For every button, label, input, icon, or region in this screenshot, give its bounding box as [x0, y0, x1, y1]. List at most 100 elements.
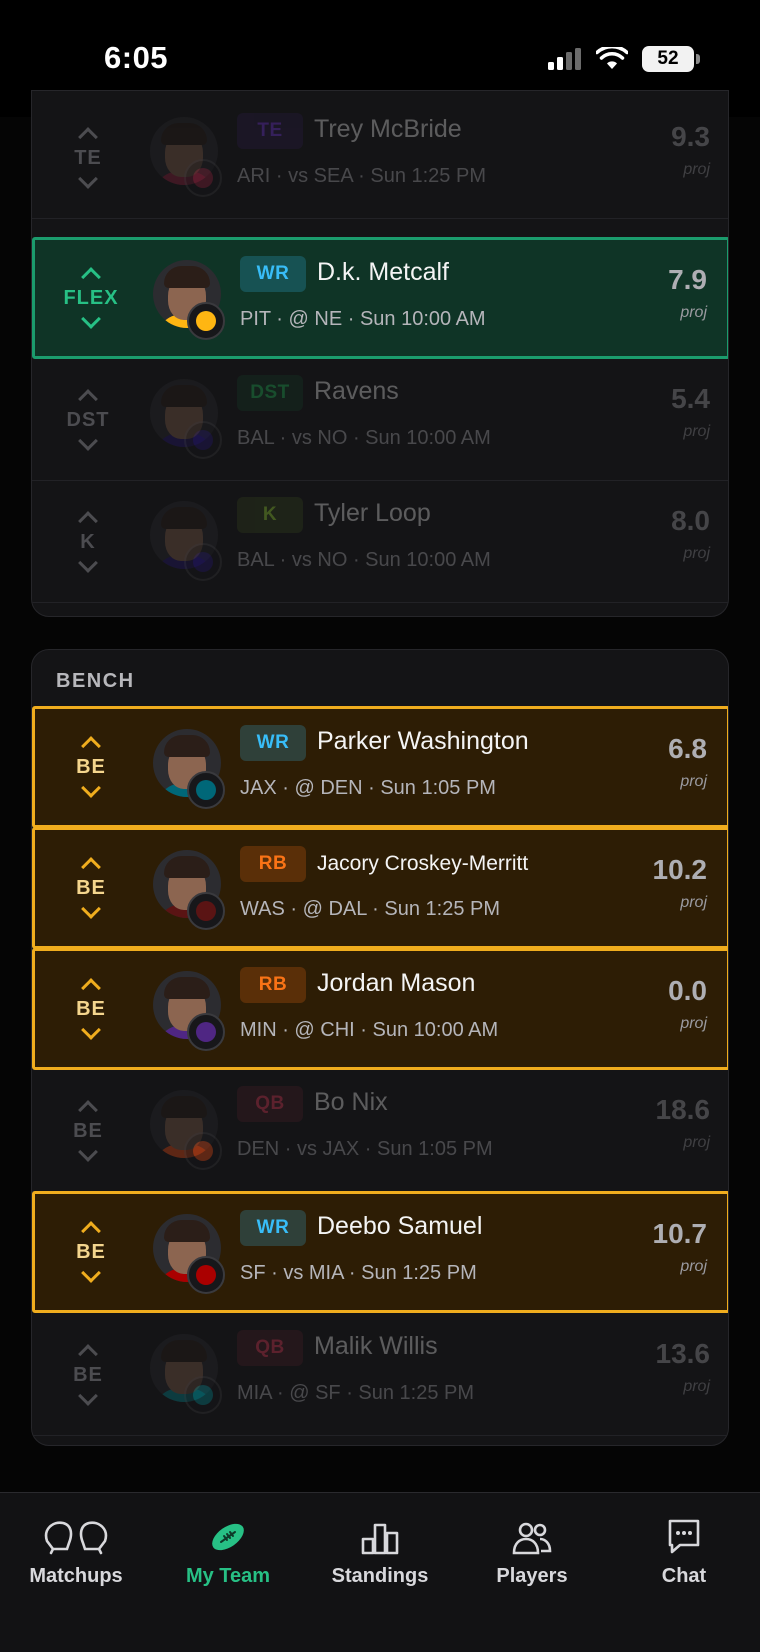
- chevron-down-icon[interactable]: [81, 1263, 101, 1283]
- player-row[interactable]: DST DST Ravens BAL · vs NO · Sun 10:00 AM 5.…: [32, 359, 728, 481]
- player-name[interactable]: Tyler Loop: [314, 499, 431, 528]
- chevron-up-icon[interactable]: [81, 1221, 101, 1241]
- chevron-down-icon[interactable]: [81, 899, 101, 919]
- player-row[interactable]: BE WR Parker Washington JAX · @ DEN · Sun 1…: [32, 706, 728, 828]
- slot-control[interactable]: K: [52, 481, 124, 602]
- projected-label: proj: [683, 545, 710, 562]
- nav-my-team[interactable]: My Team: [152, 1493, 304, 1623]
- player-name[interactable]: Parker Washington: [317, 727, 529, 756]
- player-name[interactable]: Ravens: [314, 377, 399, 406]
- slot-label: BE: [73, 1119, 103, 1142]
- chat-icon: [666, 1515, 702, 1555]
- player-row[interactable]: TE TE Trey McBride ARI · vs SEA · Sun 1:25 …: [32, 97, 728, 219]
- avatar-hair: [164, 735, 210, 757]
- game-info: MIN · @ CHI · Sun 10:00 AM: [240, 1019, 499, 1041]
- slot-control[interactable]: FLEX: [55, 240, 127, 356]
- team-logo-icon: [184, 421, 222, 459]
- slot-label: DST: [66, 408, 110, 431]
- position-badge: WR: [240, 1210, 306, 1246]
- player-row[interactable]: BE QB Malik Willis MIA · @ SF · Sun 1:25 PM…: [32, 1314, 728, 1436]
- game-info: MIA · @ SF · Sun 1:25 PM: [237, 1382, 475, 1404]
- nav-label: My Team: [185, 1565, 271, 1587]
- player-name[interactable]: Trey McBride: [314, 115, 462, 144]
- chevron-down-icon[interactable]: [81, 1020, 101, 1040]
- player-row[interactable]: K K Tyler Loop BAL · vs NO · Sun 10:00 AM 8.…: [32, 481, 728, 603]
- avatar-hair: [164, 1220, 210, 1242]
- projected-points: 8.0: [671, 505, 710, 536]
- avatar-hair: [164, 856, 210, 878]
- chevron-down-icon[interactable]: [81, 309, 101, 329]
- team-logo-icon: [187, 771, 225, 809]
- nav-players[interactable]: Players: [456, 1493, 608, 1623]
- avatar-hair: [161, 1340, 207, 1362]
- projected-points: 9.3: [671, 121, 710, 152]
- chevron-up-icon[interactable]: [78, 126, 98, 147]
- position-badge: WR: [240, 725, 306, 761]
- chevron-down-icon[interactable]: [78, 1385, 98, 1406]
- slot-control[interactable]: TE: [52, 97, 124, 218]
- bench-card: BENCH BE WR Parker Washington JAX · @ DEN ·…: [31, 649, 729, 1446]
- slot-control[interactable]: DST: [52, 359, 124, 480]
- chevron-up-icon[interactable]: [81, 857, 101, 877]
- projected-label: proj: [683, 423, 710, 440]
- chevron-down-icon[interactable]: [81, 778, 101, 798]
- player-name[interactable]: Jordan Mason: [317, 969, 475, 998]
- player-name[interactable]: D.k. Metcalf: [317, 258, 449, 287]
- slot-label: BE: [76, 756, 106, 778]
- projected-points: 5.4: [671, 383, 710, 414]
- avatar-hair: [161, 1096, 207, 1118]
- chevron-up-icon[interactable]: [78, 510, 98, 531]
- player-name[interactable]: Bo Nix: [314, 1088, 388, 1117]
- nav-chat[interactable]: Chat: [608, 1493, 760, 1623]
- chevron-down-icon[interactable]: [78, 1141, 98, 1162]
- projected-label: proj: [680, 1015, 707, 1032]
- chevron-down-icon[interactable]: [78, 552, 98, 573]
- chevron-up-icon[interactable]: [78, 388, 98, 409]
- team-logo-icon: [184, 1376, 222, 1414]
- status-time: 6:05: [104, 40, 169, 75]
- slot-control[interactable]: BE: [55, 709, 127, 825]
- player-row[interactable]: BE QB Bo Nix DEN · vs JAX · Sun 1:05 PM 18.6…: [32, 1070, 728, 1192]
- position-badge: WR: [240, 256, 306, 292]
- team-logo-icon: [184, 159, 222, 197]
- chevron-down-icon[interactable]: [78, 430, 98, 451]
- projected-points: 0.0: [668, 975, 707, 1006]
- nav-standings[interactable]: Standings: [304, 1493, 456, 1623]
- position-badge: K: [237, 497, 303, 533]
- chevron-up-icon[interactable]: [78, 1343, 98, 1364]
- player-row[interactable]: BE RB Jordan Mason MIN · @ CHI · Sun 10:00 …: [32, 948, 728, 1070]
- team-logo-mark: [193, 1141, 213, 1161]
- player-row[interactable]: BE WR Deebo Samuel SF · vs MIA · Sun 1:25 P…: [32, 1191, 728, 1313]
- team-logo-icon: [187, 892, 225, 930]
- chevron-up-icon[interactable]: [81, 267, 101, 287]
- player-row[interactable]: FLEX WR D.k. Metcalf PIT · @ NE · Sun 10:00…: [32, 237, 728, 359]
- game-info: WAS · @ DAL · Sun 1:25 PM: [240, 898, 501, 920]
- chevron-up-icon[interactable]: [78, 1099, 98, 1120]
- team-logo-icon: [184, 1132, 222, 1170]
- slot-control[interactable]: BE: [52, 1314, 124, 1435]
- slot-control[interactable]: BE: [55, 951, 127, 1067]
- position-badge: QB: [237, 1330, 303, 1366]
- chevron-up-icon[interactable]: [81, 736, 101, 756]
- player-name[interactable]: Deebo Samuel: [317, 1212, 482, 1241]
- team-logo-icon: [187, 1256, 225, 1294]
- game-info: ARI · vs SEA · Sun 1:25 PM: [237, 165, 486, 187]
- team-logo-mark: [193, 168, 213, 188]
- chevron-up-icon[interactable]: [81, 978, 101, 998]
- team-logo-mark: [196, 780, 216, 800]
- nav-matchups[interactable]: Matchups: [0, 1493, 152, 1623]
- avatar-hair: [164, 266, 210, 288]
- projected-points: 6.8: [668, 733, 707, 764]
- slot-control[interactable]: BE: [55, 830, 127, 946]
- player-name[interactable]: Malik Willis: [314, 1332, 438, 1361]
- team-logo-mark: [193, 552, 213, 572]
- player-row[interactable]: BE RB Jacory Croskey-Merritt WAS · @ DAL · …: [32, 827, 728, 949]
- slot-control[interactable]: BE: [55, 1194, 127, 1310]
- player-name[interactable]: Jacory Croskey-Merritt: [317, 852, 528, 876]
- slot-label: TE: [74, 146, 102, 169]
- projected-label: proj: [683, 161, 710, 178]
- chevron-down-icon[interactable]: [78, 168, 98, 189]
- status-icons: 52: [548, 46, 700, 72]
- team-logo-mark: [196, 311, 216, 331]
- slot-control[interactable]: BE: [52, 1070, 124, 1191]
